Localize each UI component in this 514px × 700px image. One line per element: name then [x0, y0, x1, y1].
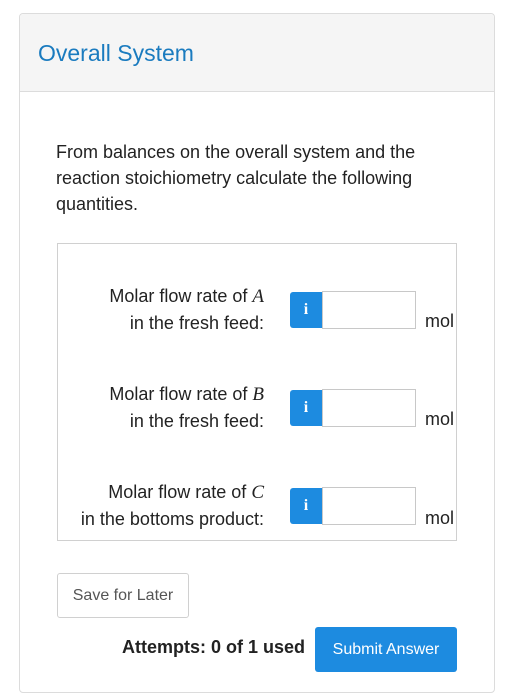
- question-label: Molar flow rate of B in the fresh feed:: [109, 381, 264, 435]
- submit-answer-button[interactable]: Submit Answer: [315, 627, 457, 672]
- molar-flow-a-input[interactable]: [322, 291, 416, 329]
- info-icon[interactable]: i: [290, 488, 322, 524]
- label-prefix: Molar flow rate of: [109, 286, 253, 306]
- label-line2: in the fresh feed:: [129, 411, 264, 431]
- attempts-text: Attempts: 0 of 1 used: [122, 637, 306, 657]
- molar-flow-c-input[interactable]: [322, 487, 416, 525]
- info-icon[interactable]: i: [290, 390, 322, 426]
- question-label: Molar flow rate of C in the bottoms prod…: [81, 479, 264, 533]
- molar-flow-b-input[interactable]: [322, 389, 416, 427]
- label-prefix: Molar flow rate of: [108, 482, 252, 502]
- label-line2: in the bottoms product:: [80, 509, 264, 529]
- label-line2: in the fresh feed:: [129, 313, 264, 333]
- unit-label-b: mol: [425, 409, 455, 429]
- label-prefix: Molar flow rate of: [109, 384, 253, 404]
- info-icon[interactable]: i: [290, 292, 322, 328]
- card-header: Overall System: [20, 14, 494, 92]
- variable-name: B: [252, 384, 264, 405]
- unit-label-a: mol: [425, 311, 455, 331]
- question-row-b: Molar flow rate of B in the fresh feed: …: [58, 381, 458, 447]
- question-row-c: Molar flow rate of C in the bottoms prod…: [58, 479, 458, 545]
- variable-name: A: [252, 286, 264, 307]
- save-for-later-button[interactable]: Save for Later: [57, 573, 189, 618]
- question-label: Molar flow rate of A in the fresh feed:: [109, 283, 264, 337]
- question-box: Molar flow rate of A in the fresh feed: …: [57, 243, 457, 541]
- variable-name: C: [251, 482, 264, 503]
- card-title: Overall System: [38, 40, 194, 66]
- unit-label-c: mol: [425, 508, 455, 528]
- intro-text: From balances on the overall system and …: [56, 142, 416, 214]
- question-row-a: Molar flow rate of A in the fresh feed: …: [58, 283, 458, 349]
